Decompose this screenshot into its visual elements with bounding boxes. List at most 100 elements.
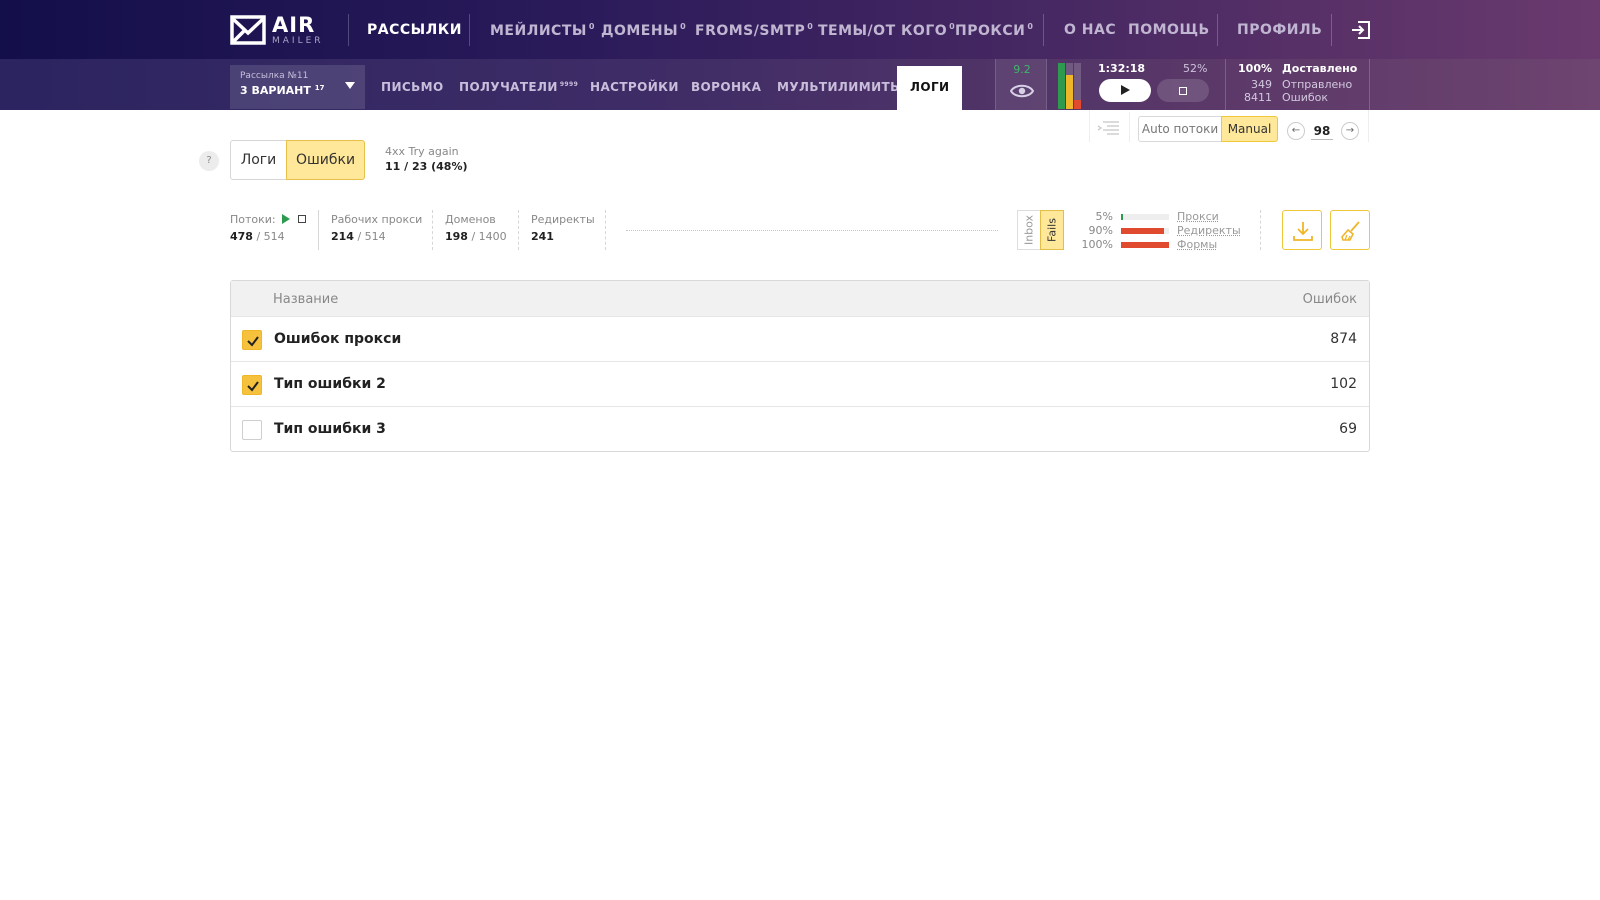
clear-button[interactable] — [1330, 210, 1370, 250]
download-button[interactable] — [1282, 210, 1322, 250]
divider — [605, 210, 606, 250]
metric-domains: Доменов 198 / 1400 — [445, 213, 507, 243]
summary-stats: 100% Доставлено 349 Отправлено 8411 Ошибок — [1225, 59, 1370, 110]
row-checkbox[interactable] — [242, 420, 262, 440]
auto-threads-button[interactable]: Auto потоки — [1138, 116, 1222, 142]
error-count: 69 — [1339, 421, 1357, 437]
metric-domains-total: / 1400 — [471, 230, 507, 243]
top-navbar: AIR MAILER РАССЫЛКИ МЕЙЛИСТЫ 0 ДОМЕНЫ 0 FR… — [0, 0, 1600, 59]
metric-redirects-label: Редиректы — [531, 213, 595, 226]
manual-threads-button[interactable]: Manual — [1221, 116, 1278, 142]
play-threads-icon[interactable] — [281, 214, 290, 224]
tab-logs[interactable]: ЛОГИ — [897, 66, 963, 110]
nav-subjects[interactable]: ТЕМЫ/ОТ КОГО 0 — [818, 22, 955, 39]
nav-mailings-label: РАССЫЛКИ — [367, 22, 462, 38]
campaign-number: Рассылка №11 — [240, 71, 309, 81]
campaign-count: 17 — [314, 84, 325, 92]
divider — [318, 210, 319, 250]
row-checkbox[interactable] — [242, 375, 262, 395]
help-icon[interactable]: ? — [199, 151, 219, 171]
nav-subjects-label: ТЕМЫ/ОТ КОГО — [818, 23, 948, 39]
rate-forms-link[interactable]: Формы — [1177, 238, 1217, 251]
metric-domains-value: 198 / 1400 — [445, 230, 507, 243]
column-count-header[interactable]: Ошибок — [1303, 292, 1357, 307]
tab-logs-label: ЛОГИ — [910, 80, 950, 94]
threads-count-value[interactable]: 98 — [1311, 124, 1333, 140]
table-row[interactable]: Ошибок прокси 874 — [231, 316, 1369, 361]
column-name-header[interactable]: Название — [273, 292, 338, 307]
metric-working-proxies: Рабочих прокси 214 / 514 — [331, 213, 422, 243]
tab-recipients[interactable]: ПОЛУЧАТЕЛИ 9999 — [459, 80, 578, 94]
error-count: 102 — [1330, 376, 1357, 392]
table-row[interactable]: Тип ошибки 3 69 — [231, 406, 1369, 451]
divider — [1129, 112, 1130, 142]
tab-letter-label: ПИСЬМО — [381, 80, 444, 94]
tab-letter[interactable]: ПИСЬМО — [381, 80, 444, 94]
divider — [348, 14, 349, 46]
campaign-name: 3 ВАРИАНТ 17 — [240, 84, 355, 97]
errors-table: Название Ошибок Ошибок прокси 874 Тип ош… — [230, 280, 1370, 452]
logo[interactable]: AIR MAILER — [230, 14, 324, 46]
checkmark-icon — [247, 336, 259, 347]
nav-froms-smtp-label: FROMS/SMTP — [695, 23, 806, 39]
metric-redirects: Редиректы 241 — [531, 213, 595, 243]
nav-about[interactable]: О НАС — [1064, 22, 1116, 38]
fails-tab[interactable]: Fails — [1040, 210, 1064, 250]
nav-profile[interactable]: ПРОФИЛЬ — [1237, 22, 1322, 38]
rate-forms-bar — [1121, 241, 1169, 248]
nav-domains[interactable]: ДОМЕНЫ 0 — [601, 22, 686, 39]
tab-multilimits-label: МУЛЬТИЛИМИТЫ — [777, 80, 903, 94]
retry-value: 11 / 23 (48%) — [385, 160, 468, 173]
nav-help[interactable]: ПОМОЩЬ — [1128, 22, 1210, 38]
tab-multilimits[interactable]: МУЛЬТИЛИМИТЫ — [777, 80, 903, 94]
nav-profile-label: ПРОФИЛЬ — [1237, 22, 1323, 38]
metric-threads-label-text: Потоки: — [230, 213, 276, 226]
nav-proxies[interactable]: ПРОКСИ 0 — [955, 22, 1033, 39]
inbox-tab[interactable]: Inbox — [1017, 210, 1041, 250]
activity-bar-red — [1074, 100, 1081, 109]
logs-toggle[interactable]: Логи — [230, 140, 287, 180]
nav-mailings[interactable]: РАССЫЛКИ — [367, 22, 462, 38]
stat-delivered-label: Доставлено — [1282, 62, 1358, 75]
tab-funnel[interactable]: ВОРОНКА — [691, 80, 761, 94]
play-button[interactable] — [1099, 79, 1151, 102]
rate-proxies-link[interactable]: Прокси — [1177, 210, 1219, 223]
score-panel[interactable]: 9.2 — [995, 59, 1047, 110]
nav-proxies-count: 0 — [1027, 22, 1034, 31]
activity-bar-yellow — [1066, 75, 1073, 109]
error-count: 874 — [1330, 331, 1357, 347]
error-type-name: Тип ошибки 3 — [274, 421, 386, 437]
table-row[interactable]: Тип ошибки 2 102 — [231, 361, 1369, 406]
tab-settings[interactable]: НАСТРОЙКИ — [590, 80, 679, 94]
logo-sub: MAILER — [272, 35, 324, 46]
stop-threads-icon[interactable] — [297, 215, 306, 223]
rate-forms-percent: 100% — [1081, 238, 1113, 251]
divider — [432, 210, 433, 250]
nav-maillists[interactable]: МЕЙЛИСТЫ 0 — [490, 22, 595, 39]
rate-forms: 100% Формы — [1076, 238, 1218, 251]
download-icon — [1293, 222, 1313, 241]
rate-proxies-percent: 5% — [1095, 210, 1113, 223]
increase-threads-button[interactable]: → — [1341, 122, 1359, 140]
errors-toggle[interactable]: Ошибки — [286, 140, 365, 180]
rate-redirects-link[interactable]: Редиректы — [1177, 224, 1241, 237]
metric-threads-total: / 514 — [256, 230, 285, 243]
stat-errors: 8411 Ошибок — [1226, 91, 1371, 104]
decrease-threads-button[interactable]: ← — [1287, 122, 1305, 140]
campaign-selector[interactable]: Рассылка №11 3 ВАРИАНТ 17 — [230, 65, 365, 109]
metric-domains-current: 198 — [445, 230, 468, 243]
stat-delivered: 100% Доставлено — [1226, 62, 1371, 75]
thread-lines-icon[interactable] — [1097, 120, 1123, 136]
tab-recipients-count: 9999 — [559, 81, 579, 88]
dotted-divider — [626, 230, 998, 231]
nav-help-label: ПОМОЩЬ — [1128, 22, 1210, 38]
eye-icon — [1010, 84, 1034, 98]
logout-icon[interactable] — [1350, 19, 1372, 41]
divider — [1260, 210, 1261, 250]
tab-funnel-label: ВОРОНКА — [691, 80, 762, 94]
rate-redirects-fill — [1121, 227, 1165, 234]
row-checkbox[interactable] — [242, 330, 262, 350]
nav-froms-smtp[interactable]: FROMS/SMTP 0 — [695, 22, 813, 39]
metric-domains-label: Доменов — [445, 213, 496, 226]
stop-button[interactable] — [1157, 79, 1209, 102]
